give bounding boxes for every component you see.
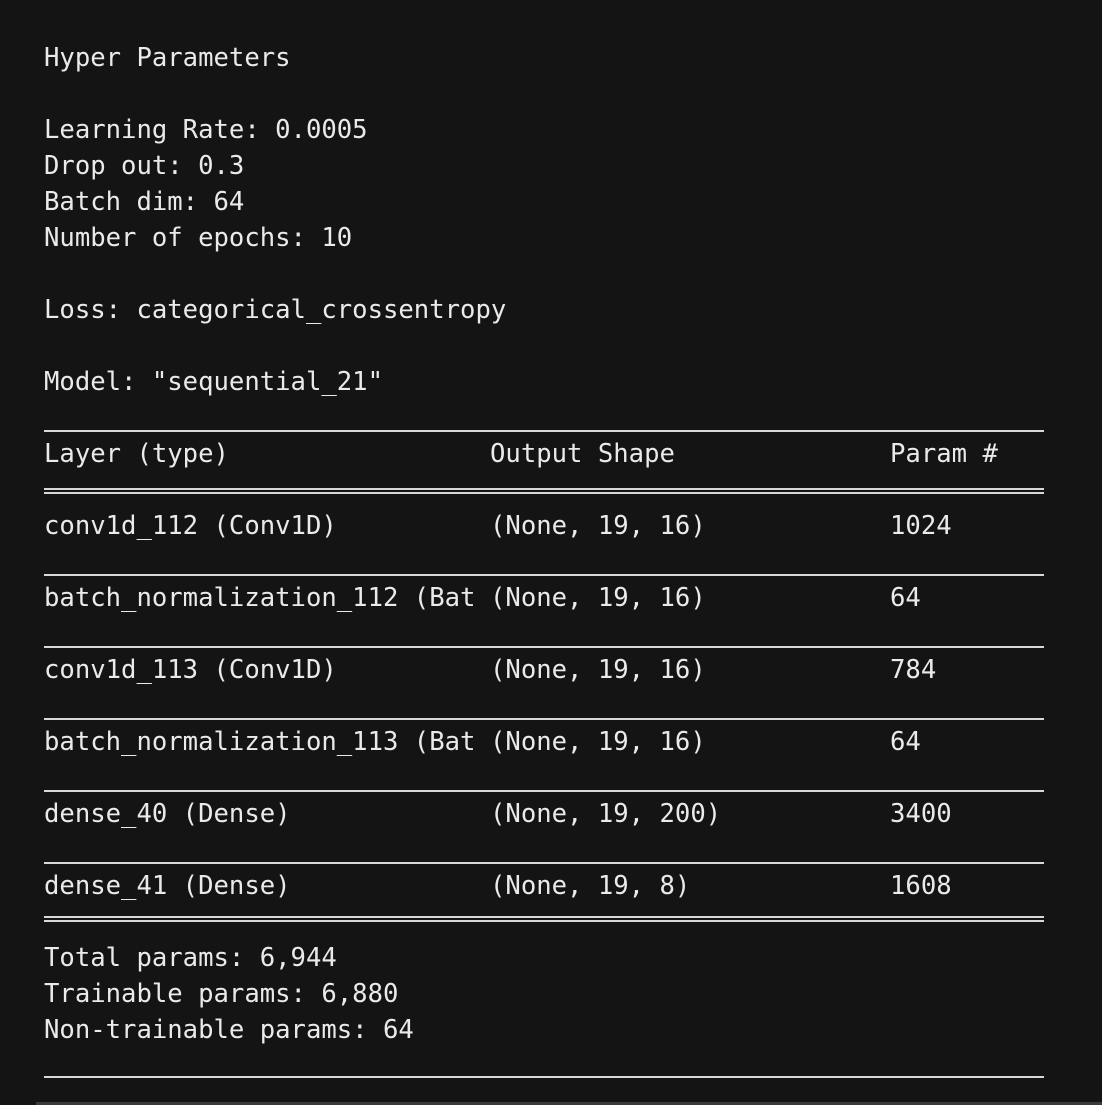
header-param-count: Param # [890,439,998,469]
model-name-line: Model: "sequential_21" [44,367,383,397]
param-count: 1024 [890,511,952,541]
summary-footer-double-rule [44,916,1044,922]
header-output-shape: Output Shape [490,439,675,469]
layer-name: dense_40 (Dense) [44,799,291,829]
header-layer-type: Layer (type) [44,439,229,469]
layer-name: conv1d_112 (Conv1D) [44,511,337,541]
param-count: 64 [890,583,921,613]
non-trainable-params-line: Non-trainable params: 64 [44,1015,414,1045]
epochs-line: Number of epochs: 10 [44,223,353,253]
param-count: 784 [890,655,937,685]
layer-name: dense_41 (Dense) [44,871,291,901]
loss-line: Loss: categorical_crossentropy [44,295,507,325]
output-shape: (None, 19, 16) [490,727,706,757]
batch-dim-line: Batch dim: 64 [44,187,245,217]
output-shape: (None, 19, 16) [490,583,706,613]
dropout-line: Drop out: 0.3 [44,151,245,181]
row-separator [44,646,1044,648]
row-separator [44,862,1044,864]
layer-name: batch_normalization_113 (Bat [44,727,476,757]
output-shape: (None, 19, 16) [490,511,706,541]
summary-top-rule [44,430,1044,432]
row-separator [44,718,1044,720]
layer-name: conv1d_113 (Conv1D) [44,655,337,685]
cell-output-panel: Hyper Parameters Learning Rate: 0.0005 D… [0,0,1102,1105]
layer-name: batch_normalization_112 (Bat [44,583,476,613]
row-separator [44,574,1044,576]
row-separator [44,790,1044,792]
param-count: 64 [890,727,921,757]
param-count: 1608 [890,871,952,901]
total-params-line: Total params: 6,944 [44,943,337,973]
output-shape: (None, 19, 16) [490,655,706,685]
summary-header-double-rule [44,488,1044,494]
output-shape: (None, 19, 8) [490,871,691,901]
output-shape: (None, 19, 200) [490,799,722,829]
hyperparameters-heading: Hyper Parameters [44,43,291,73]
param-count: 3400 [890,799,952,829]
trainable-params-line: Trainable params: 6,880 [44,979,399,1009]
learning-rate-line: Learning Rate: 0.0005 [44,115,368,145]
summary-bottom-rule [44,1076,1044,1078]
